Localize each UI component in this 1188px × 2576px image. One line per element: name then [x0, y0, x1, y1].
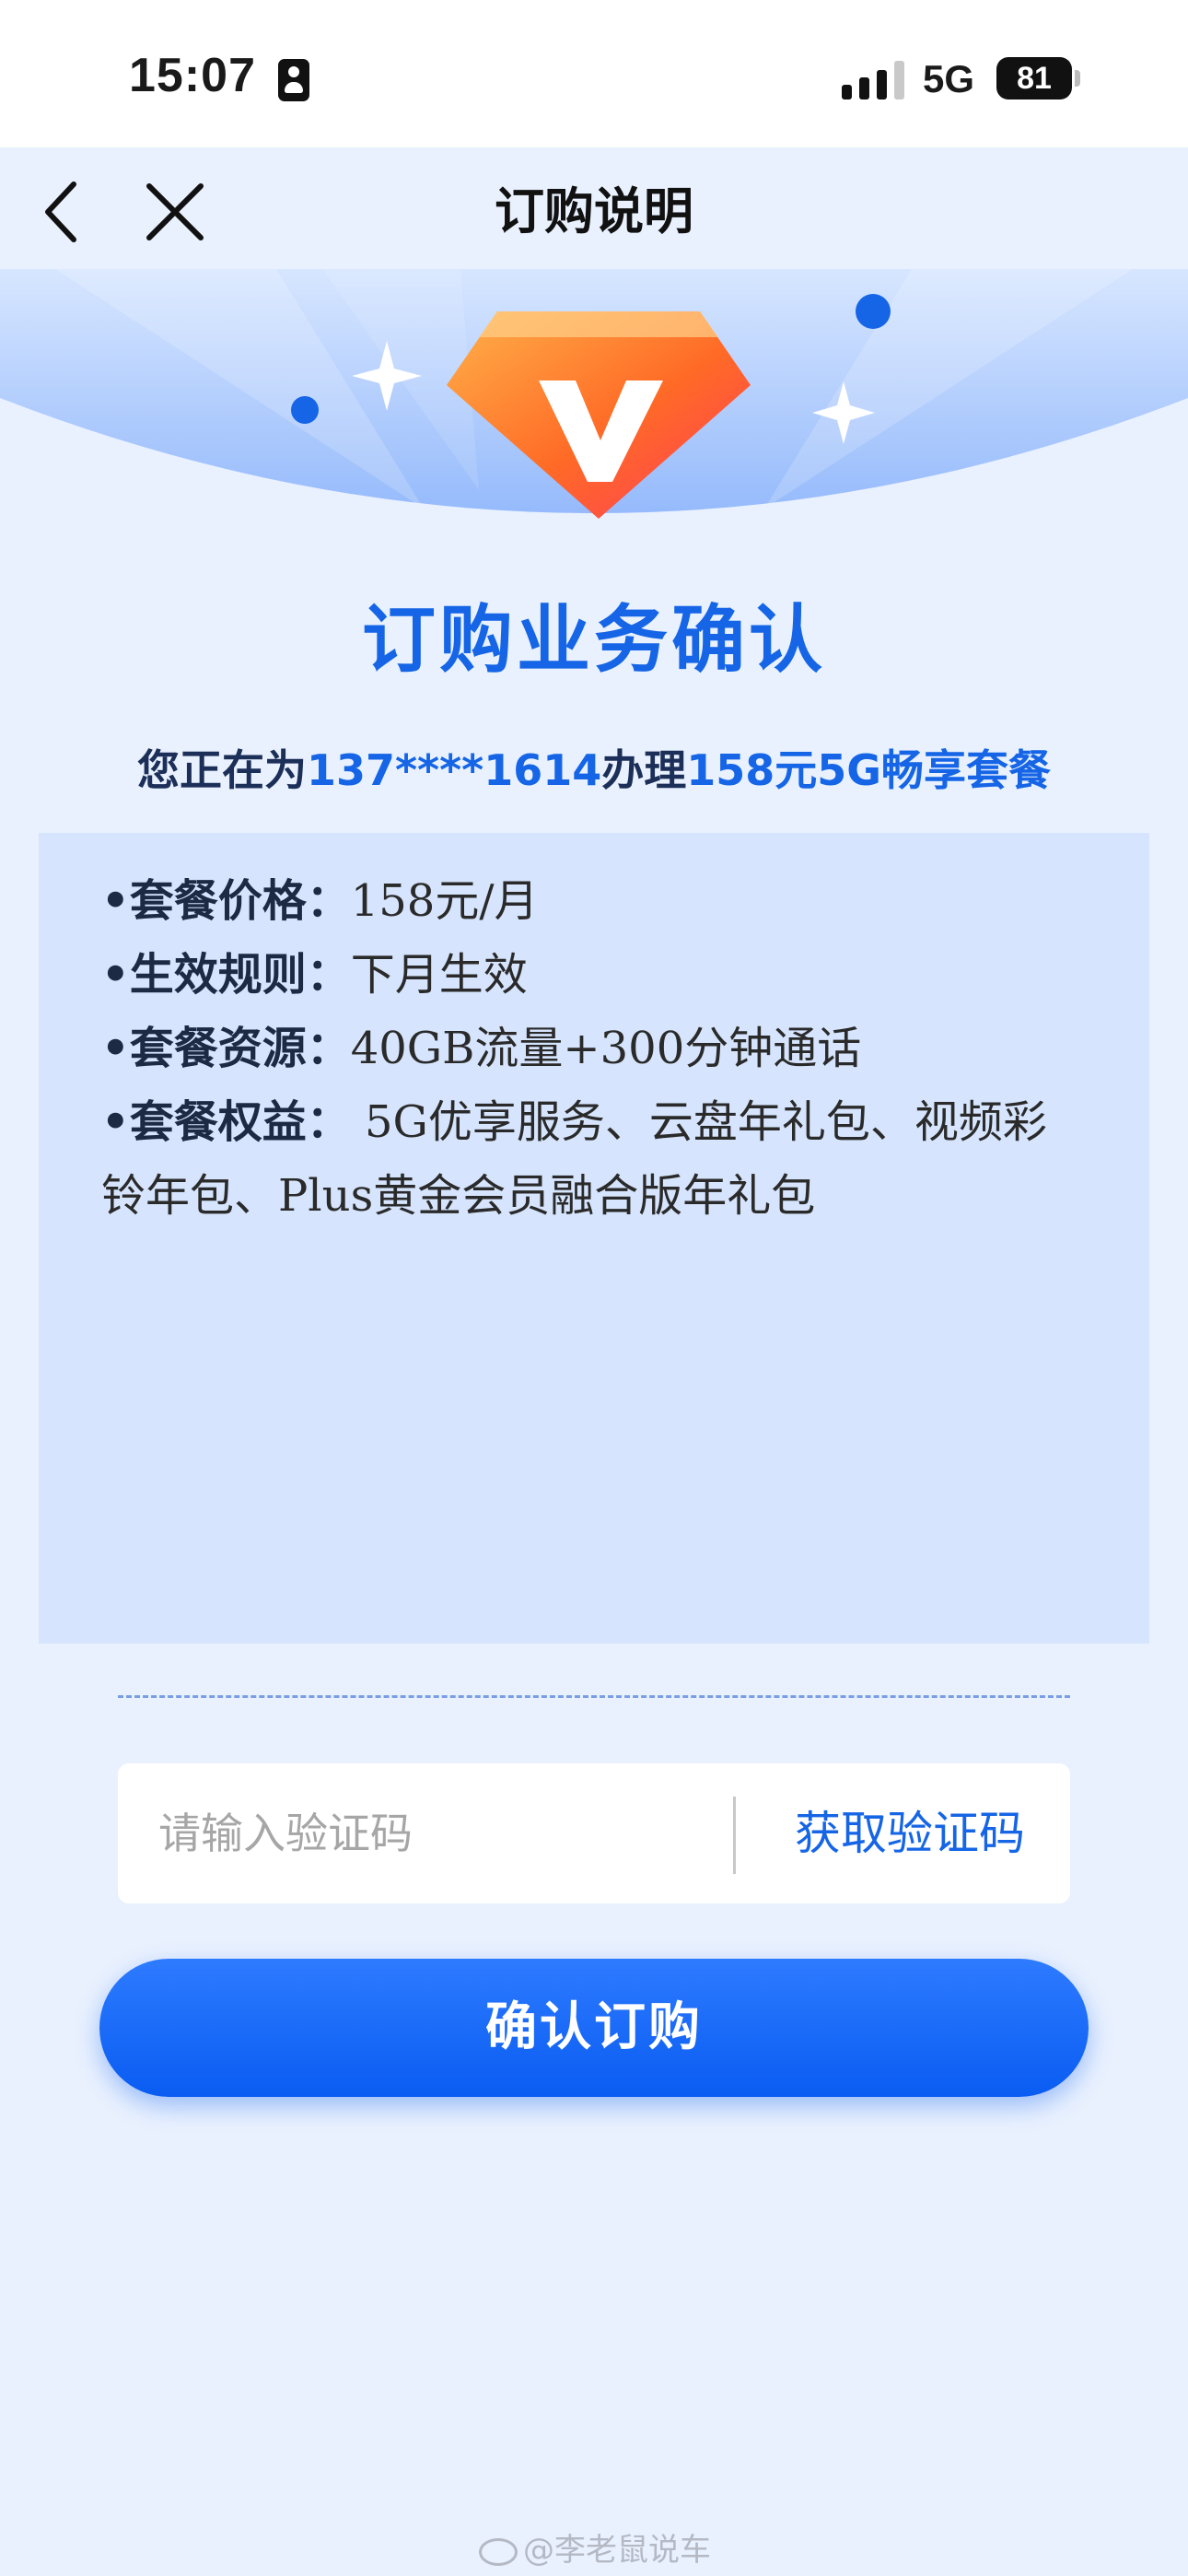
effective-rule-label: 生效规则：	[129, 949, 351, 1001]
confirm-order-button[interactable]: 确认订购	[99, 1959, 1089, 2097]
plan-details-box: •套餐价格：158元/月 •生效规则：下月生效 •套餐资源：40GB流量+300…	[39, 833, 1149, 1644]
summary-prefix: 您正在为	[136, 745, 307, 795]
plan-price-value: 158元/月	[350, 875, 539, 927]
dashed-divider	[118, 1695, 1070, 1698]
plan-price-label: 套餐价格：	[129, 875, 351, 927]
verification-code-input[interactable]	[158, 1763, 803, 1903]
network-type: 5G	[923, 57, 975, 100]
watermark: @李老鼠说车	[479, 2524, 711, 2570]
contact-card-icon	[278, 59, 309, 101]
plan-name: 158元5G畅享套餐	[686, 745, 1052, 795]
effective-rule-row: •生效规则：下月生效	[101, 949, 528, 1001]
back-arrow-icon[interactable]	[37, 175, 92, 249]
watermark-text: @李老鼠说车	[523, 2532, 711, 2569]
summary-middle: 办理	[601, 745, 687, 795]
weibo-icon	[479, 2537, 518, 2566]
vip-badge-icon	[447, 311, 751, 519]
verification-code-row: 获取验证码	[118, 1763, 1070, 1903]
order-confirm-heading: 订购业务确认	[362, 597, 826, 683]
plan-benefit-label: 套餐权益：	[129, 1096, 351, 1148]
status-bar: 15:07 5G 81	[0, 0, 1188, 147]
plan-resource-label: 套餐资源：	[129, 1023, 351, 1074]
order-summary: 您正在为137****1614办理158元5G畅享套餐	[0, 737, 1188, 798]
plan-resource-row: •套餐资源：40GB流量+300分钟通话	[101, 1023, 862, 1074]
battery-cap	[1075, 70, 1080, 87]
get-code-button[interactable]: 获取验证码	[763, 1763, 1057, 1903]
cellular-signal-icon	[842, 61, 904, 100]
plan-price-row: •套餐价格：158元/月	[101, 875, 539, 927]
battery-icon: 81	[996, 57, 1072, 100]
phone-number: 137****1614	[306, 745, 602, 795]
close-icon[interactable]	[138, 175, 212, 249]
input-separator	[733, 1797, 736, 1874]
status-time: 15:07	[129, 49, 256, 102]
plan-resource-value: 40GB流量+300分钟通话	[350, 1023, 862, 1074]
effective-rule-value: 下月生效	[350, 949, 528, 1001]
plan-benefit-row: •套餐权益： 5G优享服务、云盘年礼包、视频彩铃年包、Plus黄金会员融合版年礼…	[101, 1096, 1047, 1222]
